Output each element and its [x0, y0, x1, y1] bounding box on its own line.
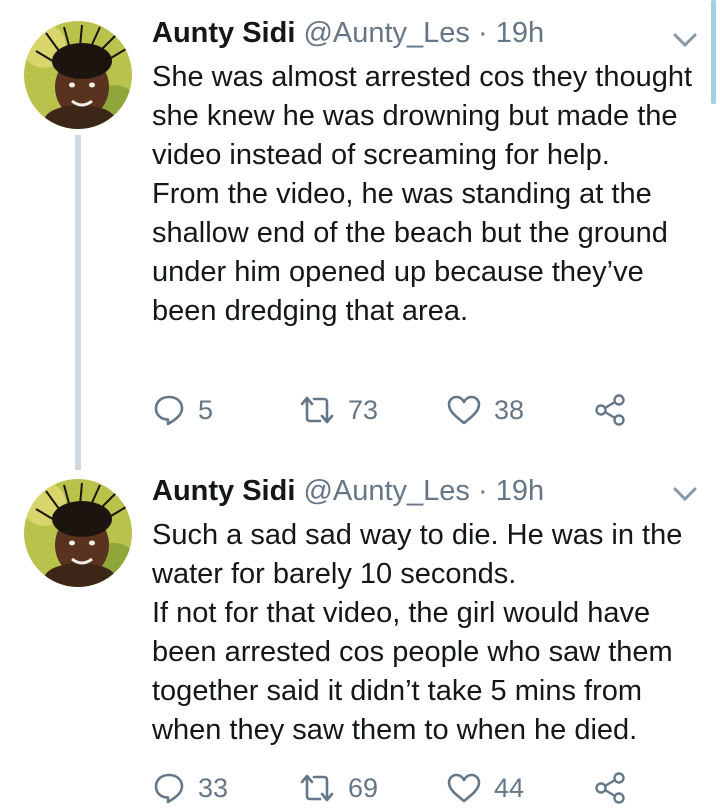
share-icon: [594, 771, 628, 805]
retweet-icon: [298, 394, 336, 426]
tweet-actions: 5 73 38: [152, 390, 672, 430]
avatar[interactable]: [24, 479, 132, 587]
retweet-icon: [298, 772, 336, 804]
reply-count: 5: [198, 394, 214, 425]
separator: ·: [478, 475, 488, 507]
avatar[interactable]: [24, 21, 132, 129]
chevron-down-icon[interactable]: [672, 484, 698, 504]
like-button[interactable]: 44: [446, 768, 524, 808]
tweet-header: Aunty Sidi @Aunty_Les · 19h: [152, 16, 544, 50]
display-name[interactable]: Aunty Sidi: [152, 475, 295, 507]
tweet[interactable]: Aunty Sidi @Aunty_Les · 19h Such a sad s…: [0, 470, 720, 805]
tweet-paragraph: Such a sad sad way to die. He was in the…: [152, 519, 683, 590]
like-button[interactable]: 38: [446, 390, 524, 430]
retweet-count: 69: [348, 772, 379, 803]
handle[interactable]: @Aunty_Les: [303, 475, 469, 507]
share-button[interactable]: [594, 390, 628, 430]
share-icon: [594, 393, 628, 427]
retweet-button[interactable]: 69: [298, 768, 378, 808]
tweet[interactable]: Aunty Sidi @Aunty_Les · 19h She was almo…: [0, 0, 720, 470]
retweet-count: 73: [348, 394, 379, 425]
like-count: 38: [494, 394, 525, 425]
tweet-paragraph: She was almost arrested cos they thought…: [152, 61, 693, 171]
reply-icon: [152, 393, 186, 427]
chevron-down-icon[interactable]: [672, 30, 698, 50]
like-icon: [446, 394, 482, 426]
like-count: 44: [494, 772, 525, 803]
reply-count: 33: [198, 772, 229, 803]
reply-button[interactable]: 33: [152, 768, 228, 808]
tweet-paragraph: If not for that video, the girl would ha…: [152, 597, 673, 746]
separator: ·: [478, 17, 488, 49]
tweet-text: Such a sad sad way to die. He was in the…: [152, 516, 712, 750]
display-name[interactable]: Aunty Sidi: [152, 17, 295, 49]
thread-line: [75, 135, 81, 470]
share-button[interactable]: [594, 768, 628, 808]
handle[interactable]: @Aunty_Les: [303, 17, 469, 49]
reply-icon: [152, 771, 186, 805]
timestamp[interactable]: 19h: [496, 17, 544, 49]
reply-button[interactable]: 5: [152, 390, 213, 430]
tweet-text: She was almost arrested cos they thought…: [152, 58, 712, 331]
tweet-header: Aunty Sidi @Aunty_Les · 19h: [152, 474, 544, 508]
retweet-button[interactable]: 73: [298, 390, 378, 430]
tweet-actions: 33 69 44: [152, 768, 672, 808]
timestamp[interactable]: 19h: [496, 475, 544, 507]
like-icon: [446, 772, 482, 804]
tweet-paragraph: From the video, he was standing at the s…: [152, 178, 668, 327]
